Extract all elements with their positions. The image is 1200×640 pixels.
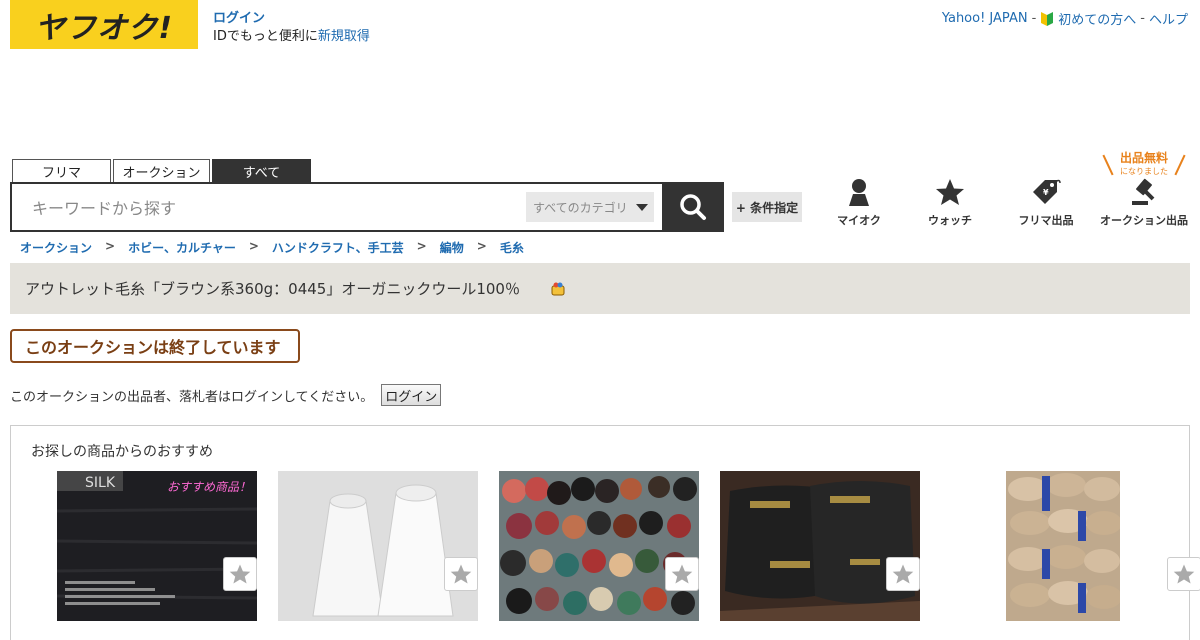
item-title: アウトレット毛糸「ブラウン系360g：0445」オーガニックウール100％	[25, 280, 520, 298]
login-link[interactable]: ログイン	[213, 10, 370, 28]
login-note: このオークションの出品者、落札者はログインしてください。 ログイン	[10, 384, 442, 406]
star-icon	[892, 564, 914, 584]
free-badge-sub: になりました	[1120, 167, 1168, 176]
product-thumbnail[interactable]	[499, 471, 699, 621]
search-box: すべてのカテゴリ	[10, 182, 664, 232]
nav-myauction[interactable]: マイオク	[820, 178, 898, 228]
free-badge-text: 出品無料	[1119, 151, 1168, 165]
yahoo-japan-link[interactable]: Yahoo! JAPAN	[942, 11, 1028, 26]
watch-star-button[interactable]	[223, 557, 257, 591]
yarn-assortment-image	[499, 471, 699, 621]
recommend-item[interactable]	[499, 471, 699, 621]
recommend-title: お探しの商品からのおすすめ	[31, 444, 213, 460]
black-yarn-bags-image	[720, 471, 920, 621]
star-icon	[936, 179, 964, 205]
recommend-item[interactable]	[941, 471, 1200, 621]
tab-fleamarket[interactable]: フリマ	[12, 159, 111, 182]
category-select[interactable]: すべてのカテゴリ	[526, 192, 654, 222]
recommend-item[interactable]: SILK おすすめ商品！	[57, 471, 257, 621]
thumb-brand-text: SILK	[85, 475, 116, 491]
nav-watch[interactable]: ウォッチ	[898, 178, 1002, 228]
chevron-down-icon	[635, 203, 648, 211]
login-note-text: このオークションの出品者、落札者はログインしてください。	[10, 389, 374, 405]
search-icon	[680, 194, 706, 220]
tab-auction[interactable]: オークション	[113, 159, 210, 182]
free-listing-badge: 出品無料 になりました	[1102, 151, 1186, 178]
recommend-panel: お探しの商品からのおすすめ SILK おすすめ商品！	[10, 425, 1200, 640]
recommend-item[interactable]	[720, 471, 920, 621]
search-button[interactable]	[662, 182, 724, 232]
product-thumbnail[interactable]	[278, 471, 478, 621]
star-icon	[450, 564, 472, 584]
watch-star-button[interactable]	[444, 557, 478, 591]
beginners-link[interactable]: 初めての方へ	[1058, 9, 1136, 28]
recommend-list: SILK おすすめ商品！	[57, 471, 1200, 621]
nav-flea-listing-label: フリマ出品	[1018, 214, 1074, 227]
white-yarn-cones-image	[278, 471, 478, 621]
watch-star-button[interactable]	[1167, 557, 1200, 591]
nav-icons: マイオク ウォッチ ¥ フリマ出品 オークション出品	[820, 178, 1198, 228]
star-icon	[671, 564, 693, 584]
breadcrumb-item-auction[interactable]: オークション	[20, 239, 92, 256]
yahuoku-logo[interactable]: ヤフオク!	[10, 0, 198, 49]
new-item-icon	[551, 282, 565, 295]
login-sub-text: IDでもっと便利に新規取得	[213, 29, 370, 44]
help-link[interactable]: ヘルプ	[1149, 9, 1188, 28]
register-link[interactable]: 新規取得	[318, 29, 370, 44]
breadcrumb-item-handcraft[interactable]: ハンドクラフト、手工芸	[272, 239, 404, 256]
top-links: Yahoo! JAPAN - 初めての方へ - ヘルプ	[942, 9, 1188, 28]
product-thumbnail[interactable]: SILK おすすめ商品！	[57, 471, 257, 621]
nav-auction-listing-label: オークション出品	[1100, 214, 1188, 227]
recommend-item[interactable]	[278, 471, 478, 621]
thumb-badge-text: おすすめ商品！	[167, 480, 251, 494]
nav-flea-listing[interactable]: ¥ フリマ出品	[1002, 178, 1090, 228]
auction-ended-banner: このオークションは終了しています	[10, 329, 300, 363]
nav-myauction-label: マイオク	[837, 214, 881, 227]
beige-yarn-pack-image	[1006, 471, 1120, 621]
breadcrumb-item-hobby[interactable]: ホビー、カルチャー	[128, 239, 236, 256]
star-icon	[1173, 564, 1195, 584]
condition-button[interactable]: + 条件指定	[732, 192, 802, 222]
nav-auction-listing[interactable]: オークション出品	[1090, 178, 1198, 228]
product-thumbnail[interactable]	[720, 471, 920, 621]
price-tag-icon: ¥	[1033, 179, 1061, 204]
star-icon	[229, 564, 251, 584]
breadcrumb-separator: >	[416, 239, 427, 253]
category-select-label: すべてのカテゴリ	[533, 200, 628, 215]
nav-watch-label: ウォッチ	[928, 214, 972, 227]
beginner-mark-icon	[1041, 11, 1054, 26]
silk-fabric-image: SILK おすすめ商品！	[57, 471, 257, 621]
user-icon	[849, 179, 869, 206]
search-input[interactable]	[32, 197, 512, 219]
breadcrumb-item-yarn[interactable]: 毛糸	[500, 239, 524, 256]
breadcrumb-separator: >	[476, 239, 487, 253]
gavel-icon	[1132, 178, 1155, 205]
logo-text: ヤフオク!	[34, 10, 174, 46]
watch-star-button[interactable]	[665, 557, 699, 591]
watch-star-button[interactable]	[886, 557, 920, 591]
login-block: ログイン IDでもっと便利に新規取得	[213, 10, 370, 46]
breadcrumb: オークション > ホビー、カルチャー > ハンドクラフト、手工芸 > 編物 > …	[20, 239, 524, 256]
search-tabs: フリマ オークション すべて	[12, 159, 311, 182]
login-sub-prefix: IDでもっと便利に	[213, 29, 318, 44]
breadcrumb-item-knitting[interactable]: 編物	[440, 239, 464, 256]
item-title-bar: アウトレット毛糸「ブラウン系360g：0445」オーガニックウール100％	[10, 263, 1190, 314]
svg-text:¥: ¥	[1043, 188, 1049, 197]
breadcrumb-separator: >	[248, 239, 259, 253]
product-thumbnail[interactable]	[1006, 471, 1120, 621]
separator: -	[1140, 11, 1145, 26]
breadcrumb-separator: >	[105, 239, 116, 253]
separator: -	[1031, 11, 1037, 26]
tab-all[interactable]: すべて	[212, 159, 311, 182]
login-button[interactable]: ログイン	[381, 384, 442, 406]
